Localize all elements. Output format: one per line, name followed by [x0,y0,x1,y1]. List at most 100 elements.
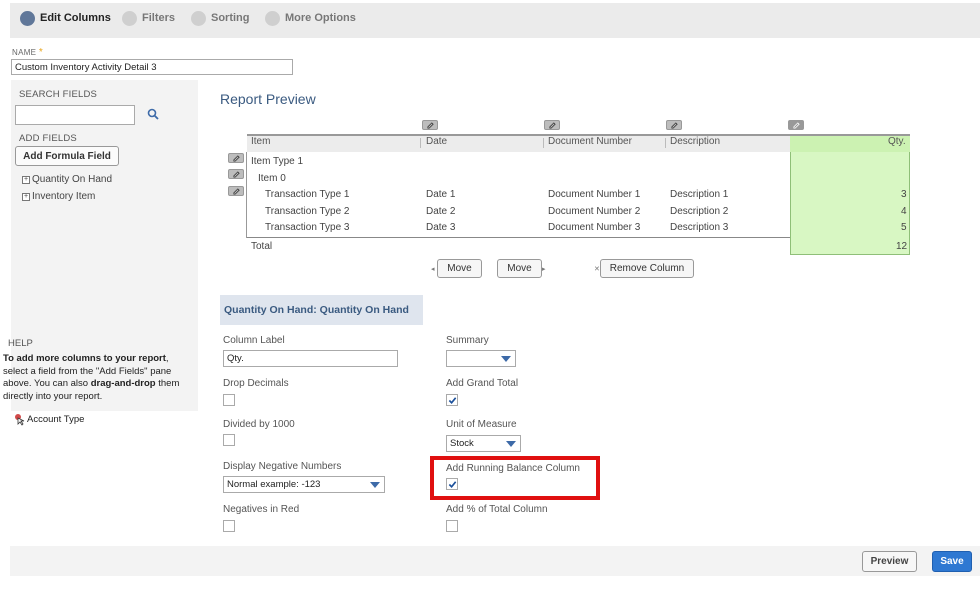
table-cell-desc: Description 2 [670,206,729,217]
add-fields-title: ADD FIELDS [19,133,77,144]
expand-plus-icon[interactable]: + [22,175,30,184]
table-cell-date: Date 1 [426,189,456,200]
table-cell-doc: Document Number 3 [548,222,641,233]
table-cell-date: Date 2 [426,206,456,217]
dropdown-caret-icon [370,482,380,488]
column-header-document-number[interactable]: Document Number [548,136,632,147]
drag-item-account-type[interactable]: Account Type [13,412,84,426]
column-header-item[interactable]: Item [251,136,270,147]
step-inactive-icon [122,10,137,26]
edit-column-date-icon[interactable] [422,120,438,130]
pct-total-label: Add % of Total Column [446,504,548,515]
help-panel [11,411,198,526]
table-cell-desc: Description 1 [670,189,729,200]
edit-row-transaction-type-icon[interactable] [228,186,244,196]
field-inventory-item[interactable]: + Inventory Item [22,191,95,202]
step-filters[interactable]: Filters [122,9,175,27]
divided-by-1000-checkbox[interactable] [223,434,235,446]
column-settings-title: Quantity On Hand: Quantity On Hand [220,295,423,325]
field-label: Quantity On Hand [32,174,113,185]
step-label: Filters [142,12,176,24]
preview-button[interactable]: Preview [862,551,917,572]
table-row-item: Item 0 [258,173,286,184]
column-divider [665,138,666,148]
pct-total-checkbox[interactable] [446,520,458,532]
table-row-item-type: Item Type 1 [251,156,304,167]
dropdown-caret-icon [506,441,516,447]
unit-of-measure-label: Unit of Measure [446,419,517,430]
table-cell-qty: 4 [901,206,907,217]
edit-row-item-type-icon[interactable] [228,153,244,163]
footer-bar [10,546,980,576]
help-title: HELP [8,338,33,349]
arrow-left-icon: ◂ [431,266,435,273]
table-cell-qty: 5 [901,222,907,233]
negative-numbers-value: Normal example: -123 [227,479,321,490]
drag-hand-icon [15,414,25,426]
expand-plus-icon[interactable]: + [22,192,30,201]
remove-x-icon: ✕ [594,266,600,273]
step-label: Sorting [211,12,250,24]
column-label-label: Column Label [223,335,285,346]
checkmark-icon [448,397,457,404]
table-cell-item: Transaction Type 3 [265,222,350,233]
table-divider [247,237,790,238]
drop-decimals-checkbox[interactable] [223,394,235,406]
move-left-button[interactable]: Move [437,259,482,278]
column-divider [543,138,544,148]
table-cell-item: Transaction Type 1 [265,189,350,200]
column-label-input[interactable] [223,350,398,367]
selected-qty-column[interactable] [790,134,910,255]
table-left-border [246,152,247,238]
search-fields-input[interactable] [15,105,135,125]
edit-row-item-icon[interactable] [228,169,244,179]
summary-select[interactable] [446,350,516,367]
column-header-qty[interactable]: Qty. [888,136,906,147]
add-grand-total-checkbox[interactable] [446,394,458,406]
field-label: Inventory Item [32,191,96,202]
uom-value: Stock [450,438,474,449]
search-icon[interactable] [147,108,159,120]
remove-column-button[interactable]: Remove Column [600,259,694,278]
step-edit-columns[interactable]: Edit Columns [20,9,111,27]
table-cell-doc: Document Number 2 [548,206,641,217]
summary-label: Summary [446,335,489,346]
column-header-date[interactable]: Date [426,136,447,147]
name-label: NAME * [12,47,44,58]
step-label: More Options [285,12,356,24]
unit-of-measure-select[interactable]: Stock [446,435,521,452]
negatives-in-red-checkbox[interactable] [223,520,235,532]
negative-numbers-label: Display Negative Numbers [223,461,342,472]
divided-by-1000-label: Divided by 1000 [223,419,295,430]
column-divider [420,138,421,148]
report-name-input[interactable] [11,59,293,75]
step-sorting[interactable]: Sorting [191,9,250,27]
step-inactive-icon [191,10,206,26]
highlight-box [430,456,600,500]
edit-column-document-number-icon[interactable] [544,120,560,130]
table-cell-item: Transaction Type 2 [265,206,350,217]
drag-item-label: Account Type [27,413,85,425]
drop-decimals-label: Drop Decimals [223,378,289,389]
search-fields-title: SEARCH FIELDS [19,89,98,100]
add-grand-total-label: Add Grand Total [446,378,519,389]
step-active-icon [20,10,35,26]
edit-column-description-icon[interactable] [666,120,682,130]
sidebar: SEARCH FIELDS ADD FIELDS Add Formula Fie… [11,80,198,526]
edit-column-qty-icon[interactable] [788,120,804,130]
save-button[interactable]: Save [932,551,972,572]
required-mark: * [38,47,44,58]
total-value: 12 [896,241,908,252]
step-inactive-icon [265,10,280,26]
arrow-right-icon: ▸ [542,266,546,273]
move-right-button[interactable]: Move [497,259,542,278]
report-preview-title: Report Preview [220,91,316,107]
field-quantity-on-hand[interactable]: + Quantity On Hand [22,174,112,185]
add-formula-field-button[interactable]: Add Formula Field [15,146,119,166]
table-cell-qty: 3 [901,189,907,200]
step-more-options[interactable]: More Options [265,9,356,27]
table-cell-desc: Description 3 [670,222,729,233]
negative-numbers-select[interactable]: Normal example: -123 [223,476,385,493]
column-header-description[interactable]: Description [670,136,720,147]
negatives-in-red-label: Negatives in Red [223,504,300,515]
